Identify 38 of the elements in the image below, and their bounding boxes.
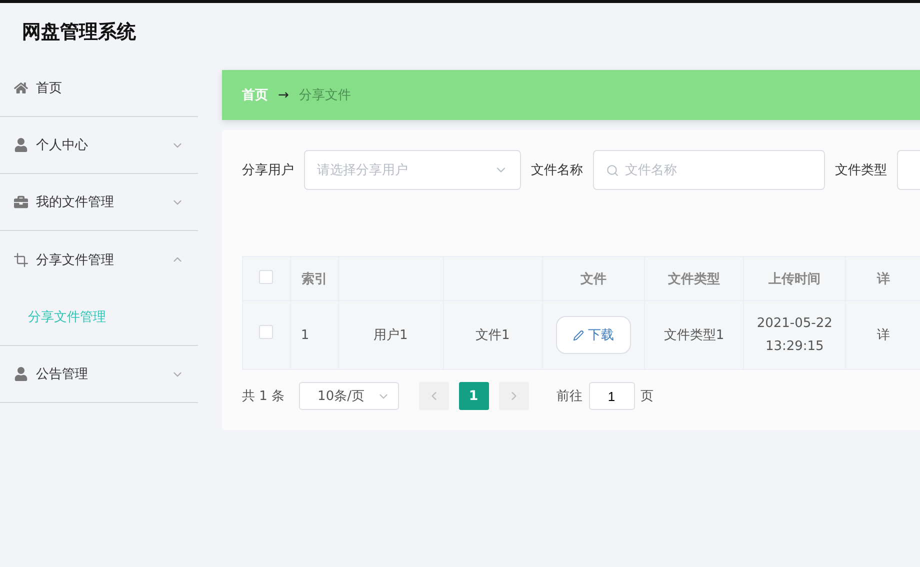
table-cell: 文件类型1 [664,328,724,342]
user-icon [14,367,28,381]
table-cell: 详 [877,328,890,342]
filter-label: 分享用户 [242,162,294,179]
menu-label[interactable]: 分享文件管理 [36,250,163,268]
prev-page-button[interactable] [418,382,449,410]
menu-label[interactable]: 公告管理 [36,365,163,383]
user-icon [14,138,28,152]
column-header: 上传时间 [768,272,821,286]
table-cell: 用户1 [374,328,408,342]
menu-label[interactable]: 我的文件管理 [36,193,163,211]
menu-label[interactable]: 个人中心 [36,136,163,154]
crop-icon [14,252,28,266]
column-header: 文件 [580,272,606,286]
menu-label[interactable]: 首页 [36,79,184,97]
column-header: 文件类型 [668,272,720,286]
goto-page-field[interactable]: 1 [588,382,635,410]
select-all-checkbox[interactable] [259,270,274,284]
briefcase-icon [14,195,28,209]
pencil-icon [572,330,584,340]
next-page-button[interactable] [498,382,529,410]
table-cell: 文件1 [475,328,510,342]
table-cell: 2021-05-22 13:29:15 [756,316,832,354]
search-icon [606,164,619,176]
column-header: 详 [877,272,890,286]
app-title: 网盘管理系统 [22,20,136,44]
home-icon [14,81,28,95]
row-checkbox[interactable] [259,324,274,338]
breadcrumb-separator: → [278,88,289,102]
filter-label: 文件名称 [531,162,583,179]
total-count: 共 1 条 [242,388,285,405]
download-button[interactable]: 下载 [556,316,631,354]
column-header: 索引 [301,272,328,286]
filter-label: 文件类型 [835,162,887,179]
page-suffix: 页 [640,388,654,405]
table-cell: 1 [300,328,310,342]
page-size-select[interactable]: 10条/页 [298,382,399,410]
goto-label: 前往 [556,388,583,405]
